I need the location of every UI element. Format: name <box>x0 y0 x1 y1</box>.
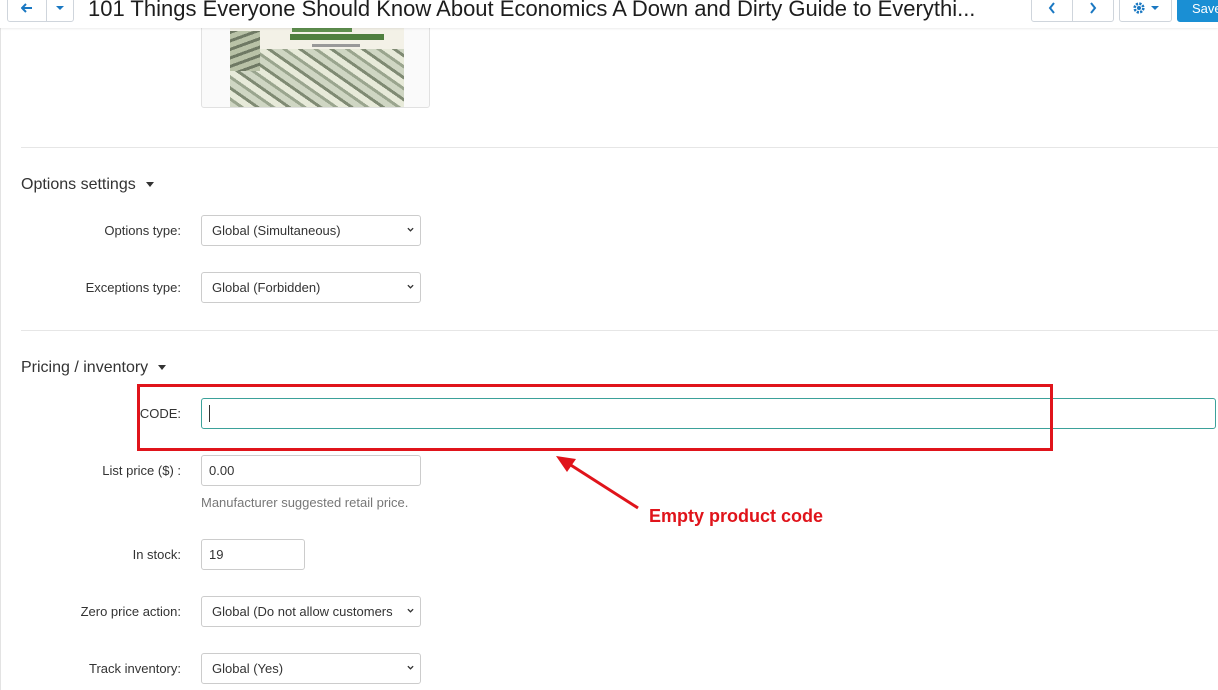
zero-price-action-value: Global (Do not allow customers <box>212 604 393 619</box>
caret-down-icon <box>145 182 154 188</box>
list-price-value: 0.00 <box>209 463 235 478</box>
options-settings-title: Options settings <box>21 176 136 193</box>
caret-down-icon <box>1151 6 1159 10</box>
pricing-inventory-header[interactable]: Pricing / inventory <box>21 359 167 377</box>
in-stock-label: In stock: <box>132 547 181 562</box>
book-cover-image <box>230 19 404 107</box>
product-code-input[interactable] <box>201 398 1216 429</box>
back-button[interactable] <box>7 0 47 22</box>
settings-dropdown-button[interactable] <box>1119 0 1172 22</box>
track-inventory-select[interactable]: Global (Yes) <box>201 653 421 684</box>
arrow-left-icon <box>21 3 32 13</box>
in-stock-input[interactable]: 19 <box>201 539 305 570</box>
product-edit-page: 101 Things Everyone Should Know About Ec… <box>0 0 1218 690</box>
caret-down-icon <box>158 365 167 371</box>
list-price-input[interactable]: 0.00 <box>201 455 421 486</box>
annotation-arrow-icon <box>556 456 639 510</box>
chevron-down-icon <box>407 227 414 232</box>
chevron-down-icon <box>407 608 414 613</box>
in-stock-value: 19 <box>209 547 224 562</box>
options-type-label: Options type: <box>104 223 181 238</box>
exceptions-type-value: Global (Forbidden) <box>212 280 321 295</box>
pricing-inventory-title: Pricing / inventory <box>21 359 149 376</box>
code-label: CODE: <box>139 406 181 421</box>
money-bills-graphic-left <box>230 31 260 71</box>
chevron-down-icon <box>407 665 414 670</box>
exceptions-type-label: Exceptions type: <box>85 280 181 295</box>
save-button[interactable]: Save <box>1177 0 1218 22</box>
options-settings-header[interactable]: Options settings <box>21 176 154 194</box>
toolbar: 101 Things Everyone Should Know About Ec… <box>0 0 1218 28</box>
zero-price-action-label: Zero price action: <box>80 604 181 619</box>
list-price-label: List price ($) : <box>102 463 181 478</box>
annotation-text: Empty product code <box>649 506 824 526</box>
cover-tagline-text <box>290 34 384 40</box>
caret-down-icon <box>56 6 64 10</box>
section-divider <box>21 330 1218 331</box>
chevron-right-icon <box>1090 2 1097 14</box>
left-border <box>0 0 1 690</box>
section-divider <box>21 147 1218 148</box>
list-price-help-text: Manufacturer suggested retail price. <box>201 495 409 510</box>
product-image-card[interactable] <box>201 18 430 108</box>
previous-product-button[interactable] <box>1031 0 1073 22</box>
cover-author-text <box>312 44 360 47</box>
track-inventory-value: Global (Yes) <box>212 661 284 676</box>
chevron-down-icon <box>407 284 414 289</box>
page-title: 101 Things Everyone Should Know About Ec… <box>88 0 976 21</box>
chevron-left-icon <box>1048 2 1055 14</box>
next-product-button[interactable] <box>1072 0 1114 22</box>
exceptions-type-select[interactable]: Global (Forbidden) <box>201 272 421 303</box>
options-type-select[interactable]: Global (Simultaneous) <box>201 215 421 246</box>
text-cursor <box>209 405 210 422</box>
options-type-value: Global (Simultaneous) <box>212 223 341 238</box>
back-dropdown-button[interactable] <box>46 0 74 22</box>
zero-price-action-select[interactable]: Global (Do not allow customers <box>201 596 421 627</box>
gear-icon <box>1133 2 1145 14</box>
track-inventory-label: Track inventory: <box>89 661 181 676</box>
